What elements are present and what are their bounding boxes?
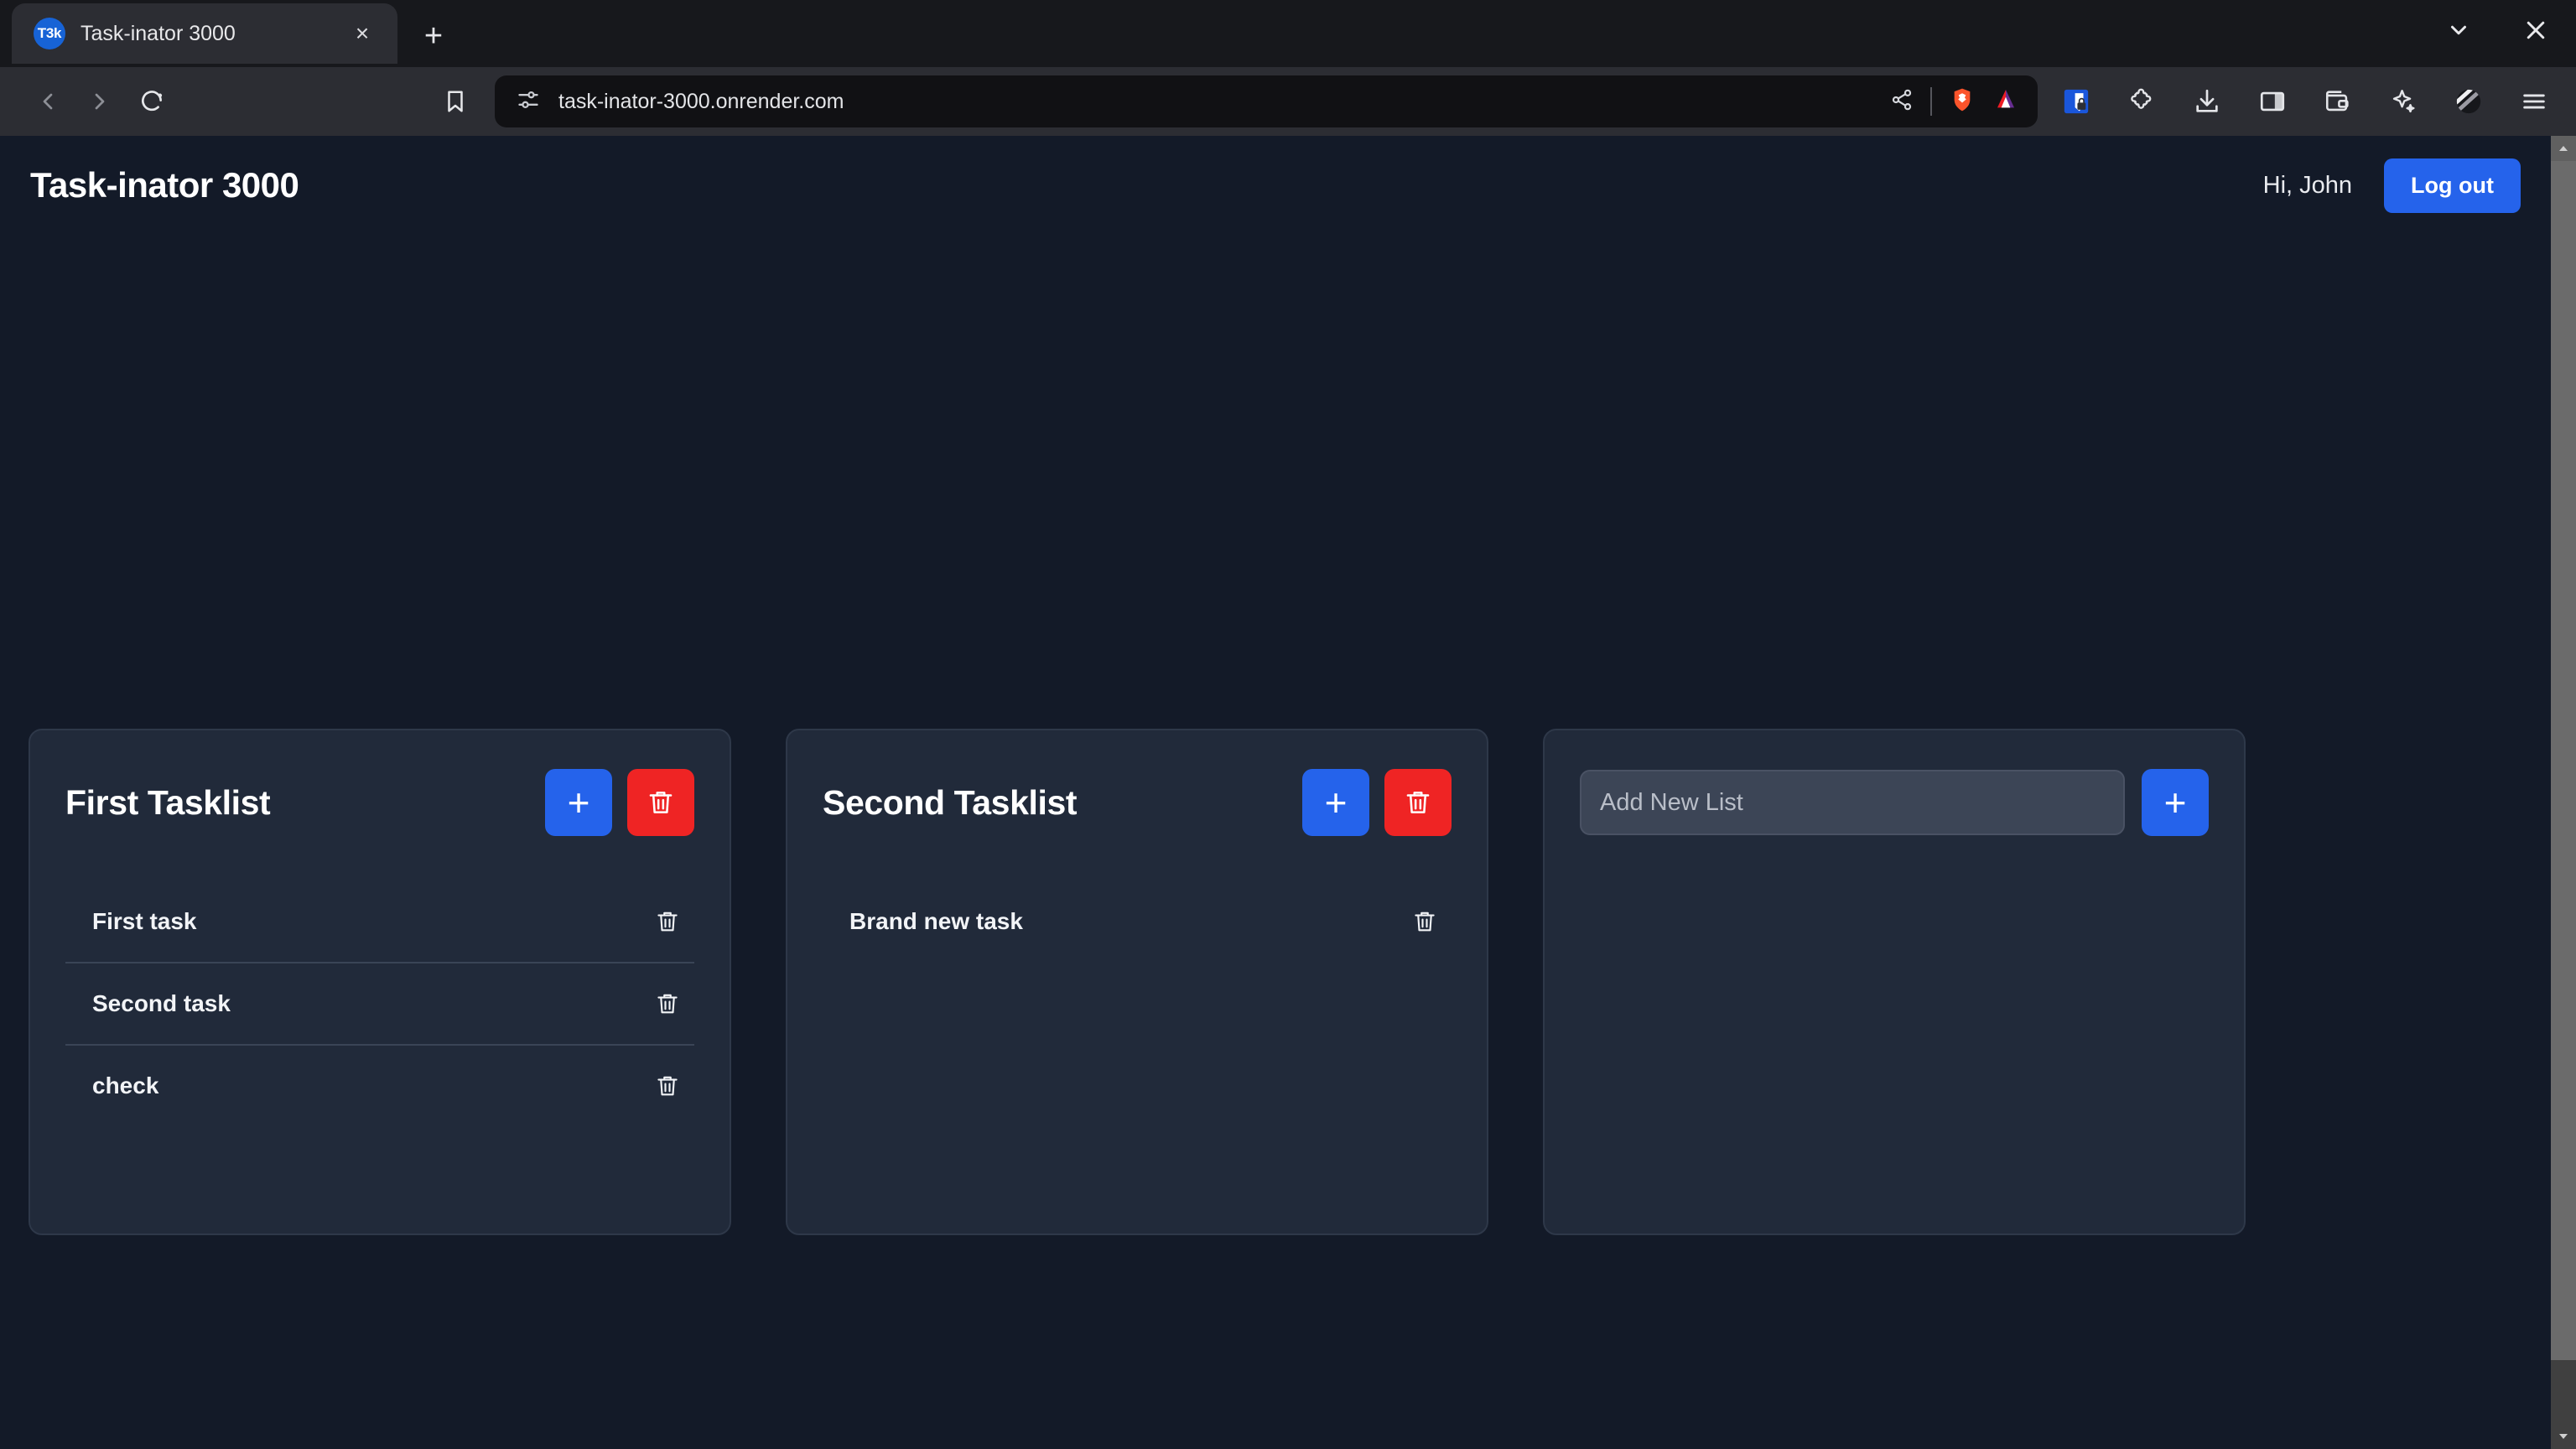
delete-task-button[interactable] [1403, 900, 1446, 943]
leo-ai-icon[interactable] [2380, 78, 2427, 125]
task-list: Brand new task [823, 881, 1452, 962]
chevron-down-icon[interactable] [2440, 12, 2477, 49]
back-button[interactable] [22, 75, 74, 127]
tab-favicon: T3k [34, 18, 65, 49]
divider [1930, 87, 1932, 116]
delete-list-button[interactable] [627, 769, 694, 836]
browser-toolbar: task-inator-3000.onrender.com [0, 67, 2576, 136]
window-close-icon[interactable] [2517, 12, 2554, 49]
bookmark-icon[interactable] [429, 75, 481, 127]
create-list-button[interactable]: + [2142, 769, 2209, 836]
share-icon[interactable] [1890, 88, 1914, 116]
app-header: Task-inator 3000 Hi, John Log out [0, 136, 2551, 235]
task-label: First task [92, 908, 197, 935]
plus-icon: + [2164, 783, 2187, 822]
trash-icon [1404, 788, 1432, 817]
brave-shields-lion-icon[interactable] [1949, 86, 1976, 117]
task-row[interactable]: check [65, 1046, 694, 1126]
task-label: Brand new task [849, 908, 1023, 935]
menu-icon[interactable] [2511, 78, 2558, 125]
tasklist-actions: + [1302, 769, 1452, 836]
tasklist-actions: + [545, 769, 694, 836]
tasklist-title: Second Tasklist [823, 783, 1077, 823]
task-label: check [92, 1072, 158, 1099]
downloads-icon[interactable] [2184, 78, 2231, 125]
extension-toolbar [2053, 78, 2558, 125]
tab-title: Task-inator 3000 [80, 22, 330, 46]
brave-rewards-bat-icon[interactable] [1992, 86, 2019, 117]
browser-tab[interactable]: T3k Task-inator 3000 × [12, 3, 397, 64]
profile-avatar[interactable] [2445, 78, 2492, 125]
logout-button[interactable]: Log out [2384, 158, 2521, 213]
new-list-input[interactable] [1580, 770, 2125, 835]
scroll-down-arrow[interactable] [2551, 1424, 2576, 1449]
user-greeting: Hi, John [2263, 172, 2352, 200]
task-row[interactable]: Brand new task [823, 881, 1452, 962]
sidebar-icon[interactable] [2249, 78, 2296, 125]
tab-strip: T3k Task-inator 3000 × + [0, 0, 2576, 67]
header-actions: Hi, John Log out [2263, 158, 2521, 213]
browser-window: T3k Task-inator 3000 × + [0, 0, 2576, 1449]
trash-icon [655, 909, 680, 934]
task-list: First task Second task che [65, 881, 694, 1126]
tasklist-title: First Tasklist [65, 783, 270, 823]
password-manager-icon[interactable] [2053, 78, 2100, 125]
add-task-button[interactable]: + [545, 769, 612, 836]
plus-icon: + [1325, 783, 1348, 822]
extensions-icon[interactable] [2118, 78, 2165, 125]
delete-list-button[interactable] [1384, 769, 1452, 836]
task-label: Second task [92, 990, 231, 1017]
plus-icon: + [568, 783, 590, 822]
task-row[interactable]: First task [65, 881, 694, 963]
delete-task-button[interactable] [646, 900, 689, 943]
reload-button[interactable] [126, 75, 178, 127]
trash-icon [655, 1073, 680, 1098]
tasklist-board: First Tasklist + First task [0, 729, 2551, 1235]
page-viewport: Task-inator 3000 Hi, John Log out First … [0, 136, 2576, 1449]
tasklist-card: First Tasklist + First task [29, 729, 731, 1235]
trash-icon [1412, 909, 1437, 934]
delete-task-button[interactable] [646, 1064, 689, 1108]
tasklist-header: First Tasklist + [65, 769, 694, 836]
add-task-button[interactable]: + [1302, 769, 1369, 836]
wallet-icon[interactable] [2314, 78, 2361, 125]
address-bar-actions [1890, 86, 2019, 117]
app-page: Task-inator 3000 Hi, John Log out First … [0, 136, 2551, 1449]
scroll-up-arrow[interactable] [2551, 136, 2576, 161]
tasklist-card: Second Tasklist + Brand new task [786, 729, 1488, 1235]
forward-button[interactable] [74, 75, 126, 127]
new-tab-button[interactable]: + [411, 13, 456, 59]
window-controls [2440, 12, 2554, 49]
tasklist-header: Second Tasklist + [823, 769, 1452, 836]
url-text[interactable]: task-inator-3000.onrender.com [558, 90, 1872, 114]
page-title: Task-inator 3000 [30, 165, 299, 205]
page-scrollbar[interactable] [2551, 136, 2576, 1449]
address-bar[interactable]: task-inator-3000.onrender.com [495, 75, 2038, 127]
add-list-row: + [1580, 769, 2209, 836]
scrollbar-thumb[interactable] [2551, 161, 2576, 1360]
task-row[interactable]: Second task [65, 963, 694, 1046]
trash-icon [655, 991, 680, 1016]
trash-icon [647, 788, 675, 817]
delete-task-button[interactable] [646, 982, 689, 1026]
close-icon[interactable]: × [345, 17, 379, 50]
add-list-card: + [1543, 729, 2246, 1235]
tune-icon[interactable] [517, 88, 540, 116]
